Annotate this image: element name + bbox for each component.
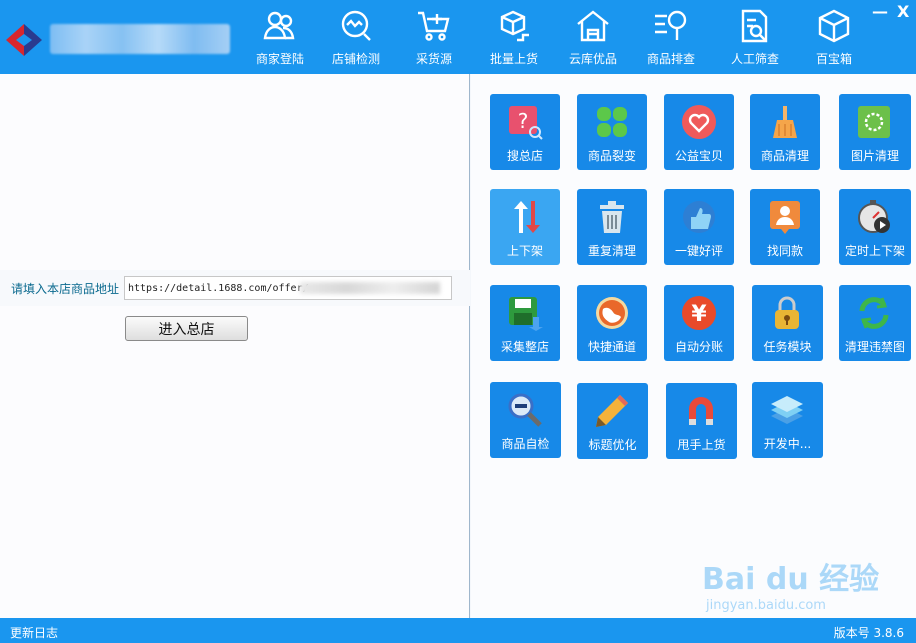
tile-label: 自动分账 — [674, 340, 723, 354]
tile-duplicate-cleanup[interactable]: 重复清理 — [577, 189, 647, 265]
tile-label: 上下架 — [506, 244, 543, 258]
cart-plus-icon — [418, 11, 450, 41]
tile-in-development[interactable]: 开发中... — [752, 382, 823, 458]
close-button[interactable]: X — [897, 2, 909, 22]
app-logo-icon — [6, 24, 42, 56]
tile-label: 商品自检 — [501, 437, 550, 451]
status-bar: 更新日志 版本号 3.8.6 — [0, 618, 916, 643]
cube-icon — [818, 9, 850, 43]
users-icon — [263, 11, 295, 40]
nav-label: 采货源 — [415, 52, 452, 66]
globe-icon — [596, 297, 628, 329]
minimize-button[interactable]: — — [872, 2, 888, 22]
app-window: 商家登陆 店铺检测 采货源 批量上货 云库优品 商品排查 人工筛查 百宝箱 — … — [0, 0, 916, 643]
magnifier-minus-icon — [508, 393, 542, 427]
tile-label: 快捷通道 — [587, 340, 636, 354]
tile-label: 商品裂变 — [587, 149, 636, 163]
svg-text:?: ? — [518, 109, 529, 133]
tile-label: 图片清理 — [850, 149, 899, 163]
nav-cloud-goods[interactable]: 云库优品 — [552, 6, 634, 68]
thumbs-up-icon — [683, 201, 715, 233]
update-log-link[interactable]: 更新日志 — [10, 624, 58, 641]
save-disk-icon — [509, 297, 543, 331]
tile-quick-upload[interactable]: 甩手上货 — [666, 383, 737, 459]
nav-store-check[interactable]: 店铺检测 — [315, 6, 397, 68]
tile-title-optimize[interactable]: 标题优化 — [577, 383, 648, 459]
box-upload-icon — [500, 10, 529, 42]
tile-label: 任务模块 — [763, 340, 812, 354]
tile-product-cleanup[interactable]: 商品清理 — [750, 94, 820, 170]
nav-label: 商品排查 — [646, 52, 695, 66]
tile-task-module[interactable]: 任务模块 — [752, 285, 823, 361]
heart-icon — [682, 105, 716, 139]
tile-search-store[interactable]: ? 搜总店 — [490, 94, 560, 170]
tile-charity-item[interactable]: 公益宝贝 — [664, 94, 734, 170]
nav-merchant-login[interactable]: 商家登陆 — [239, 6, 321, 68]
tile-quick-channel[interactable]: 快捷通道 — [577, 285, 647, 361]
nav-toolbox[interactable]: 百宝箱 — [793, 6, 875, 68]
pencil-icon — [596, 395, 628, 427]
nav-label: 店铺检测 — [331, 52, 380, 66]
url-label: 请填入本店商品地址 — [11, 282, 120, 296]
left-panel: 请填入本店商品地址 进入总店 — [0, 74, 470, 618]
tile-label: 找同款 — [766, 244, 803, 258]
broom-icon — [773, 106, 797, 138]
nav-batch-upload[interactable]: 批量上货 — [473, 6, 555, 68]
tile-collect-store[interactable]: 采集整店 — [490, 285, 560, 361]
tools-panel: ? 搜总店 商品裂变 公益宝贝 商品清理 图片清理 上下架 重复清理 一键好评 … — [471, 74, 916, 618]
nav-label: 百宝箱 — [815, 52, 852, 66]
monitor-check-icon — [341, 10, 371, 41]
enter-store-button[interactable]: 进入总店 — [125, 316, 248, 341]
tile-label: 重复清理 — [587, 244, 636, 258]
refresh-cycle-icon — [859, 297, 889, 329]
nav-manual-screen[interactable]: 人工筛查 — [714, 6, 796, 68]
tile-product-split[interactable]: 商品裂变 — [577, 94, 647, 170]
tile-image-cleanup[interactable]: 图片清理 — [839, 94, 911, 170]
clover-icon — [597, 107, 627, 137]
tile-find-same[interactable]: 找同款 — [750, 189, 820, 265]
yuan-coin-icon: ¥ — [682, 296, 716, 330]
app-title — [50, 24, 230, 54]
tile-label: 商品清理 — [760, 149, 809, 163]
tile-label: 标题优化 — [588, 438, 637, 452]
tile-label: 开发中... — [763, 437, 812, 451]
nav-label: 人工筛查 — [730, 52, 779, 66]
tile-product-selfcheck[interactable]: 商品自检 — [490, 382, 561, 458]
title-bar: 商家登陆 店铺检测 采货源 批量上货 云库优品 商品排查 人工筛查 百宝箱 — … — [0, 0, 916, 74]
tile-list-delist[interactable]: 上下架 — [490, 189, 560, 265]
search-list-icon — [655, 10, 687, 40]
tile-label: 公益宝贝 — [674, 149, 723, 163]
nav-product-scan[interactable]: 商品排查 — [630, 6, 712, 68]
tile-label: 采集整店 — [500, 340, 549, 354]
tile-clean-banned-images[interactable]: 清理违禁图 — [839, 285, 911, 361]
svg-text:¥: ¥ — [691, 302, 707, 327]
warehouse-icon — [577, 10, 609, 42]
image-clean-icon — [858, 106, 890, 138]
tile-label: 甩手上货 — [677, 438, 726, 452]
tile-scheduled-listing[interactable]: 定时上下架 — [839, 189, 911, 265]
version-label: 版本号 3.8.6 — [833, 626, 904, 640]
tile-label: 搜总店 — [506, 149, 543, 163]
url-redacted — [300, 282, 440, 294]
question-search-icon: ? — [509, 106, 543, 140]
magnet-icon — [689, 397, 713, 425]
document-search-icon — [741, 9, 768, 43]
padlock-icon — [775, 296, 799, 329]
nav-label: 云库优品 — [568, 52, 617, 66]
tile-auto-split[interactable]: ¥ 自动分账 — [664, 285, 734, 361]
user-card-icon — [770, 201, 800, 234]
tile-label: 定时上下架 — [844, 244, 905, 258]
up-down-arrows-icon — [514, 201, 540, 233]
nav-label: 批量上货 — [489, 52, 538, 66]
layers-icon — [771, 396, 803, 424]
trash-icon — [600, 201, 624, 233]
tile-one-click-review[interactable]: 一键好评 — [664, 189, 734, 265]
stopwatch-play-icon — [858, 200, 890, 233]
tile-label: 清理违禁图 — [844, 340, 905, 354]
nav-source-goods[interactable]: 采货源 — [393, 6, 475, 68]
tile-label: 一键好评 — [674, 244, 723, 258]
nav-label: 商家登陆 — [255, 52, 304, 66]
